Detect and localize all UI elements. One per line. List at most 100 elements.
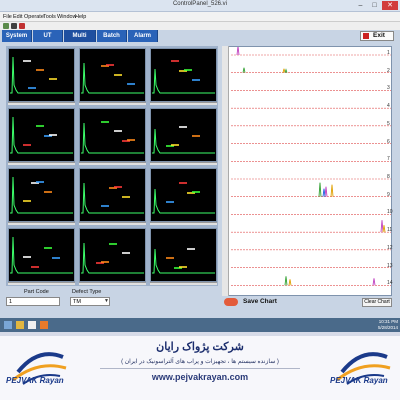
strip-row-label: 10 xyxy=(387,209,393,216)
scope-scrollbar[interactable] xyxy=(8,102,75,105)
logo-left-text: PEJVAK Rayan xyxy=(6,376,64,385)
scope-display[interactable] xyxy=(8,168,75,222)
scope-display[interactable] xyxy=(79,228,146,282)
menu-edit[interactable]: Edit xyxy=(13,12,22,22)
scope-display[interactable] xyxy=(79,108,146,162)
save-chart-button[interactable]: Save Chart xyxy=(224,297,284,308)
start-icon[interactable] xyxy=(4,321,12,329)
scope-scrollbar[interactable] xyxy=(8,222,75,225)
scope-scrollbar[interactable] xyxy=(79,222,146,225)
menu-file[interactable]: File xyxy=(3,12,12,22)
scope-waveform xyxy=(10,56,73,94)
strip-row-label: 13 xyxy=(387,262,393,269)
tab-system[interactable]: System xyxy=(2,30,32,42)
scope-scrollbar[interactable] xyxy=(8,282,75,285)
labview-icon[interactable] xyxy=(28,321,36,329)
scope-display[interactable] xyxy=(79,168,146,222)
explorer-icon[interactable] xyxy=(16,321,24,329)
dropdown-arrow-icon[interactable]: ▼ xyxy=(104,298,109,304)
company-website[interactable]: www.pejvakrayan.com xyxy=(100,372,300,382)
tab-ut[interactable]: UT xyxy=(33,30,63,42)
strip-trace-spike xyxy=(372,278,376,286)
tab-bar: System UT Multi Batch Alarm xyxy=(0,30,400,42)
strip-row-label: 2 xyxy=(387,67,390,74)
scope-waveform xyxy=(81,62,144,94)
strip-row-label: 4 xyxy=(387,103,390,110)
scope-signal xyxy=(10,56,73,94)
scope-display[interactable] xyxy=(8,228,75,282)
strip-row-label: 14 xyxy=(387,280,393,287)
app-icon[interactable] xyxy=(40,321,48,329)
scope-scrollbar[interactable] xyxy=(150,282,217,285)
scope-waveform xyxy=(152,182,215,214)
toolbar xyxy=(0,22,400,30)
scope-scrollbar[interactable] xyxy=(79,282,146,285)
scope-signal xyxy=(152,68,215,94)
system-clock[interactable]: 10:31 PM 5/28/2014 xyxy=(366,318,398,332)
maximize-button[interactable]: □ xyxy=(368,1,381,10)
menu-bar: File Edit Operate Tools Window Help xyxy=(0,12,400,22)
scope-waveform xyxy=(81,242,144,274)
scope-scrollbar[interactable] xyxy=(79,102,146,105)
scope-waveform xyxy=(10,236,73,274)
scope-waveform xyxy=(81,121,144,154)
window-title: ControlPanel_526.vi xyxy=(172,1,228,7)
strip-row-label: 7 xyxy=(387,156,390,163)
scope-waveform xyxy=(81,182,144,214)
scope-signal xyxy=(152,188,215,214)
scope-scrollbar[interactable] xyxy=(150,222,217,225)
scope-display[interactable] xyxy=(8,108,75,162)
scope-display[interactable] xyxy=(150,168,217,222)
abort-icon[interactable] xyxy=(19,23,25,29)
strip-trace-spike xyxy=(322,188,326,197)
strip-trace-spike xyxy=(284,68,288,73)
scope-scrollbar[interactable] xyxy=(150,162,217,165)
menu-operate[interactable]: Operate xyxy=(24,12,44,22)
scope-display[interactable] xyxy=(150,228,217,282)
strip-trace-spike xyxy=(330,184,334,197)
defect-type-label: Defect Type xyxy=(72,289,102,295)
scope-signal xyxy=(152,128,215,154)
strip-trace-spike xyxy=(242,67,246,73)
scope-signal xyxy=(81,62,144,94)
tab-multi[interactable]: Multi xyxy=(64,30,96,42)
scope-display[interactable] xyxy=(150,48,217,102)
scope-signal xyxy=(81,122,144,154)
minimize-button[interactable]: – xyxy=(354,1,367,10)
clear-chart-button[interactable]: Clear Chart xyxy=(362,298,392,307)
strip-trace-spike xyxy=(318,182,322,197)
scope-display[interactable] xyxy=(79,48,146,102)
scope-signal xyxy=(10,236,73,274)
title-bar: ControlPanel_526.vi – □ ✕ xyxy=(0,0,400,12)
strip-row-label: 8 xyxy=(387,174,390,180)
strip-row-label: 12 xyxy=(387,244,393,251)
exit-button[interactable]: Exit xyxy=(360,31,394,41)
scope-scrollbar[interactable] xyxy=(150,102,217,105)
tab-alarm[interactable]: Alarm xyxy=(128,30,158,42)
banner-divider xyxy=(100,368,300,369)
scope-display[interactable] xyxy=(150,108,217,162)
part-code-field[interactable]: 1 xyxy=(6,297,60,306)
strip-row-label: 1 xyxy=(387,50,390,56)
strip-trace-spike xyxy=(380,220,384,233)
close-button[interactable]: ✕ xyxy=(382,1,398,10)
run-continuous-icon[interactable] xyxy=(11,23,17,29)
scope-scrollbar[interactable] xyxy=(8,162,75,165)
menu-help[interactable]: Help xyxy=(75,12,86,22)
menu-tools[interactable]: Tools xyxy=(43,12,56,22)
scope-signal xyxy=(10,116,73,154)
strip-row-label: 5 xyxy=(387,120,390,127)
strip-row-label: 3 xyxy=(387,85,390,92)
tab-batch[interactable]: Batch xyxy=(97,30,127,42)
strip-row-label: 6 xyxy=(387,138,390,145)
scope-scrollbar[interactable] xyxy=(79,162,146,165)
scope-display[interactable] xyxy=(8,48,75,102)
strip-chart-scrollbar[interactable] xyxy=(222,46,229,296)
menu-window[interactable]: Window xyxy=(57,12,77,22)
save-chart-label: Save Chart xyxy=(243,298,277,305)
run-icon[interactable] xyxy=(3,23,9,29)
strip-trace-spike xyxy=(284,276,288,286)
clock-date: 5/28/2014 xyxy=(377,325,398,330)
strip-trace-spike xyxy=(382,225,386,233)
scope-waveform xyxy=(152,248,215,274)
